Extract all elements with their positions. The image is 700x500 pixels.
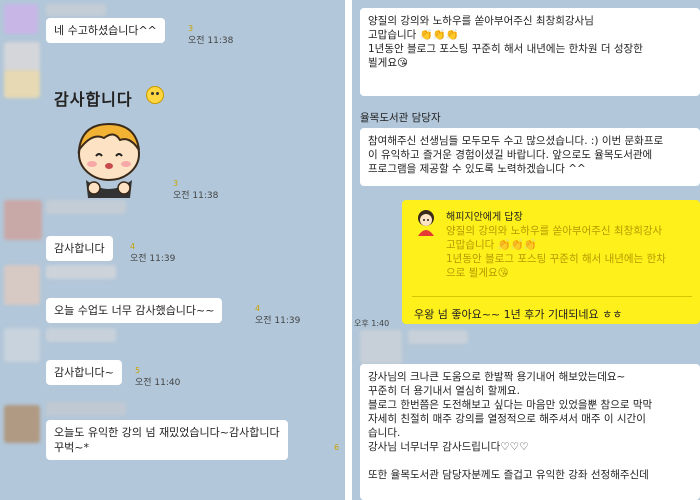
message-line: 1년동안 블로그 포스팅 꾸준히 해서 내년에는 한차원 더 성장한 bbox=[368, 43, 643, 55]
avatar-blurred bbox=[4, 328, 40, 362]
avatar-blurred bbox=[4, 265, 40, 305]
message-line: 습니다. bbox=[368, 427, 401, 439]
avatar-blurred bbox=[4, 4, 38, 34]
avatar-blurred bbox=[4, 42, 40, 72]
message-line: 꾸벅~* bbox=[54, 441, 89, 454]
sender-name: 율목도서관 담당자 bbox=[360, 112, 441, 124]
name-blurred bbox=[46, 328, 116, 342]
name-blurred bbox=[46, 402, 126, 416]
message-time: 오전 11:40 bbox=[135, 378, 181, 388]
message-meta: 4 오전 11:39 bbox=[255, 304, 301, 326]
message-bubble[interactable]: 오늘도 유익한 강의 넘 재밌었습니다~감사합니다 꾸벅~* bbox=[46, 420, 288, 460]
message-line: 또한 율목도서관 담당자분께도 즐겁고 유익한 강좌 선정해주신데 bbox=[368, 469, 649, 481]
avatar-blurred bbox=[4, 405, 40, 443]
avatar-blurred bbox=[4, 70, 40, 98]
unread-count: 5 bbox=[135, 366, 141, 375]
message-line: 고맙습니다 👏👏👏 bbox=[368, 29, 459, 41]
reply-header: 해피지안에게 답장 bbox=[446, 212, 523, 223]
smiley-icon bbox=[146, 86, 164, 104]
message-line: 블로그 한번쯤은 도전해보고 싶다는 마음만 있었을뿐 참으로 막막 bbox=[368, 399, 653, 411]
message-line: 강사님의 크나큰 도움으로 한발짝 용기내어 해보았는데요~ bbox=[368, 371, 626, 383]
message-bubble[interactable]: 오늘 수업도 너무 감사했습니다~~ bbox=[46, 298, 223, 323]
name-blurred bbox=[408, 330, 468, 344]
message-bubble[interactable]: 참여해주신 선생님들 모두모두 수고 많으셨습니다. :) 이번 문화프로 이 … bbox=[360, 128, 700, 186]
message-line bbox=[368, 454, 692, 468]
message-meta: 5 오전 11:40 bbox=[135, 366, 181, 388]
message-line: 강사님 너무너무 감사드립니다♡♡♡ bbox=[368, 441, 529, 453]
message-time: 오전 11:38 bbox=[188, 36, 234, 46]
sticker-text: 감사합니다 bbox=[54, 90, 133, 109]
unread-count: 6 bbox=[334, 443, 340, 452]
chat-panel-left[interactable]: 네 수고하셨습니다^^ 3 오전 11:38 감사합니다 3 오전 11:38 … bbox=[0, 0, 345, 500]
avatar-icon bbox=[418, 210, 434, 236]
message-line: 참여해주신 선생님들 모두모두 수고 많으셨습니다. :) 이번 문화프로 bbox=[368, 135, 664, 147]
name-blurred bbox=[46, 200, 126, 214]
quote-line: 양질의 강의와 노하우를 쏟아부어주신 최창희강사 bbox=[446, 225, 663, 237]
unread-count: 4 bbox=[255, 304, 261, 313]
message-meta: 3 오전 11:38 bbox=[173, 179, 219, 201]
message-line: 오늘도 유익한 강의 넘 재밌었습니다~감사합니다 bbox=[54, 426, 280, 439]
quote-line: 고맙습니다 👏👏👏 bbox=[446, 239, 537, 251]
message-bubble[interactable]: 감사합니다~ bbox=[46, 360, 122, 385]
message-time: 오전 11:39 bbox=[130, 254, 176, 264]
message-time: 오후 1:40 bbox=[354, 319, 390, 328]
chat-panel-right[interactable]: 양질의 강의와 노하우를 쏟아부어주신 최창희강사님 고맙습니다 👏👏👏 1년동… bbox=[352, 0, 700, 500]
message-bubble[interactable]: 강사님의 크나큰 도움으로 한발짝 용기내어 해보았는데요~ 꾸준히 더 용기내… bbox=[360, 364, 700, 500]
sticker-character bbox=[77, 122, 140, 198]
message-line: 뵐게요😘 bbox=[368, 57, 408, 69]
quote-line: 1년동안 블로그 포스팅 꾸준히 해서 내년에는 한차 bbox=[446, 253, 666, 265]
message-meta: 3 오전 11:38 bbox=[188, 24, 234, 46]
reply-text: 우왕 넘 좋아요~~ 1년 후가 기대되네요 ㅎㅎ bbox=[414, 308, 623, 321]
name-blurred bbox=[46, 265, 116, 279]
name-blurred bbox=[46, 4, 106, 16]
message-bubble[interactable]: 양질의 강의와 노하우를 쏟아부어주신 최창희강사님 고맙습니다 👏👏👏 1년동… bbox=[360, 8, 700, 96]
message-time: 오전 11:38 bbox=[173, 191, 219, 201]
avatar-blurred bbox=[4, 200, 42, 240]
quote-line: 으로 뵐게요😘 bbox=[446, 267, 509, 279]
message-time: 오전 11:39 bbox=[255, 316, 301, 326]
unread-count: 3 bbox=[173, 179, 179, 188]
message-line: 이 유익하고 즐거운 경험이셨길 바랍니다. 앞으로도 율목도서관에 bbox=[368, 149, 653, 161]
message-line: 프로그램을 제공할 수 있도록 노력하겠습니다 ^^ bbox=[368, 163, 586, 175]
avatar-blurred bbox=[360, 330, 402, 364]
reply-bubble[interactable]: 해피지안에게 답장 양질의 강의와 노하우를 쏟아부어주신 최창희강사 고맙습니… bbox=[402, 200, 700, 324]
unread-count: 4 bbox=[130, 242, 136, 251]
unread-count: 3 bbox=[188, 24, 194, 33]
message-line: 꾸준히 더 용기내서 열심히 할께요. bbox=[368, 385, 520, 397]
message-meta: 4 오전 11:39 bbox=[130, 242, 176, 264]
reply-quote: 양질의 강의와 노하우를 쏟아부어주신 최창희강사 고맙습니다 👏👏👏 1년동안… bbox=[446, 224, 666, 280]
panel-divider bbox=[345, 0, 352, 500]
message-line: 자세히 친절히 매주 강의를 열정적으로 해주셔서 매주 이 시간이 bbox=[368, 413, 646, 425]
message-bubble[interactable]: 감사합니다 bbox=[46, 236, 113, 261]
message-bubble[interactable]: 네 수고하셨습니다^^ bbox=[46, 18, 165, 43]
sticker-message[interactable]: 감사합니다 bbox=[46, 80, 176, 198]
reply-divider bbox=[412, 296, 692, 297]
message-line: 양질의 강의와 노하우를 쏟아부어주신 최창희강사님 bbox=[368, 15, 594, 27]
